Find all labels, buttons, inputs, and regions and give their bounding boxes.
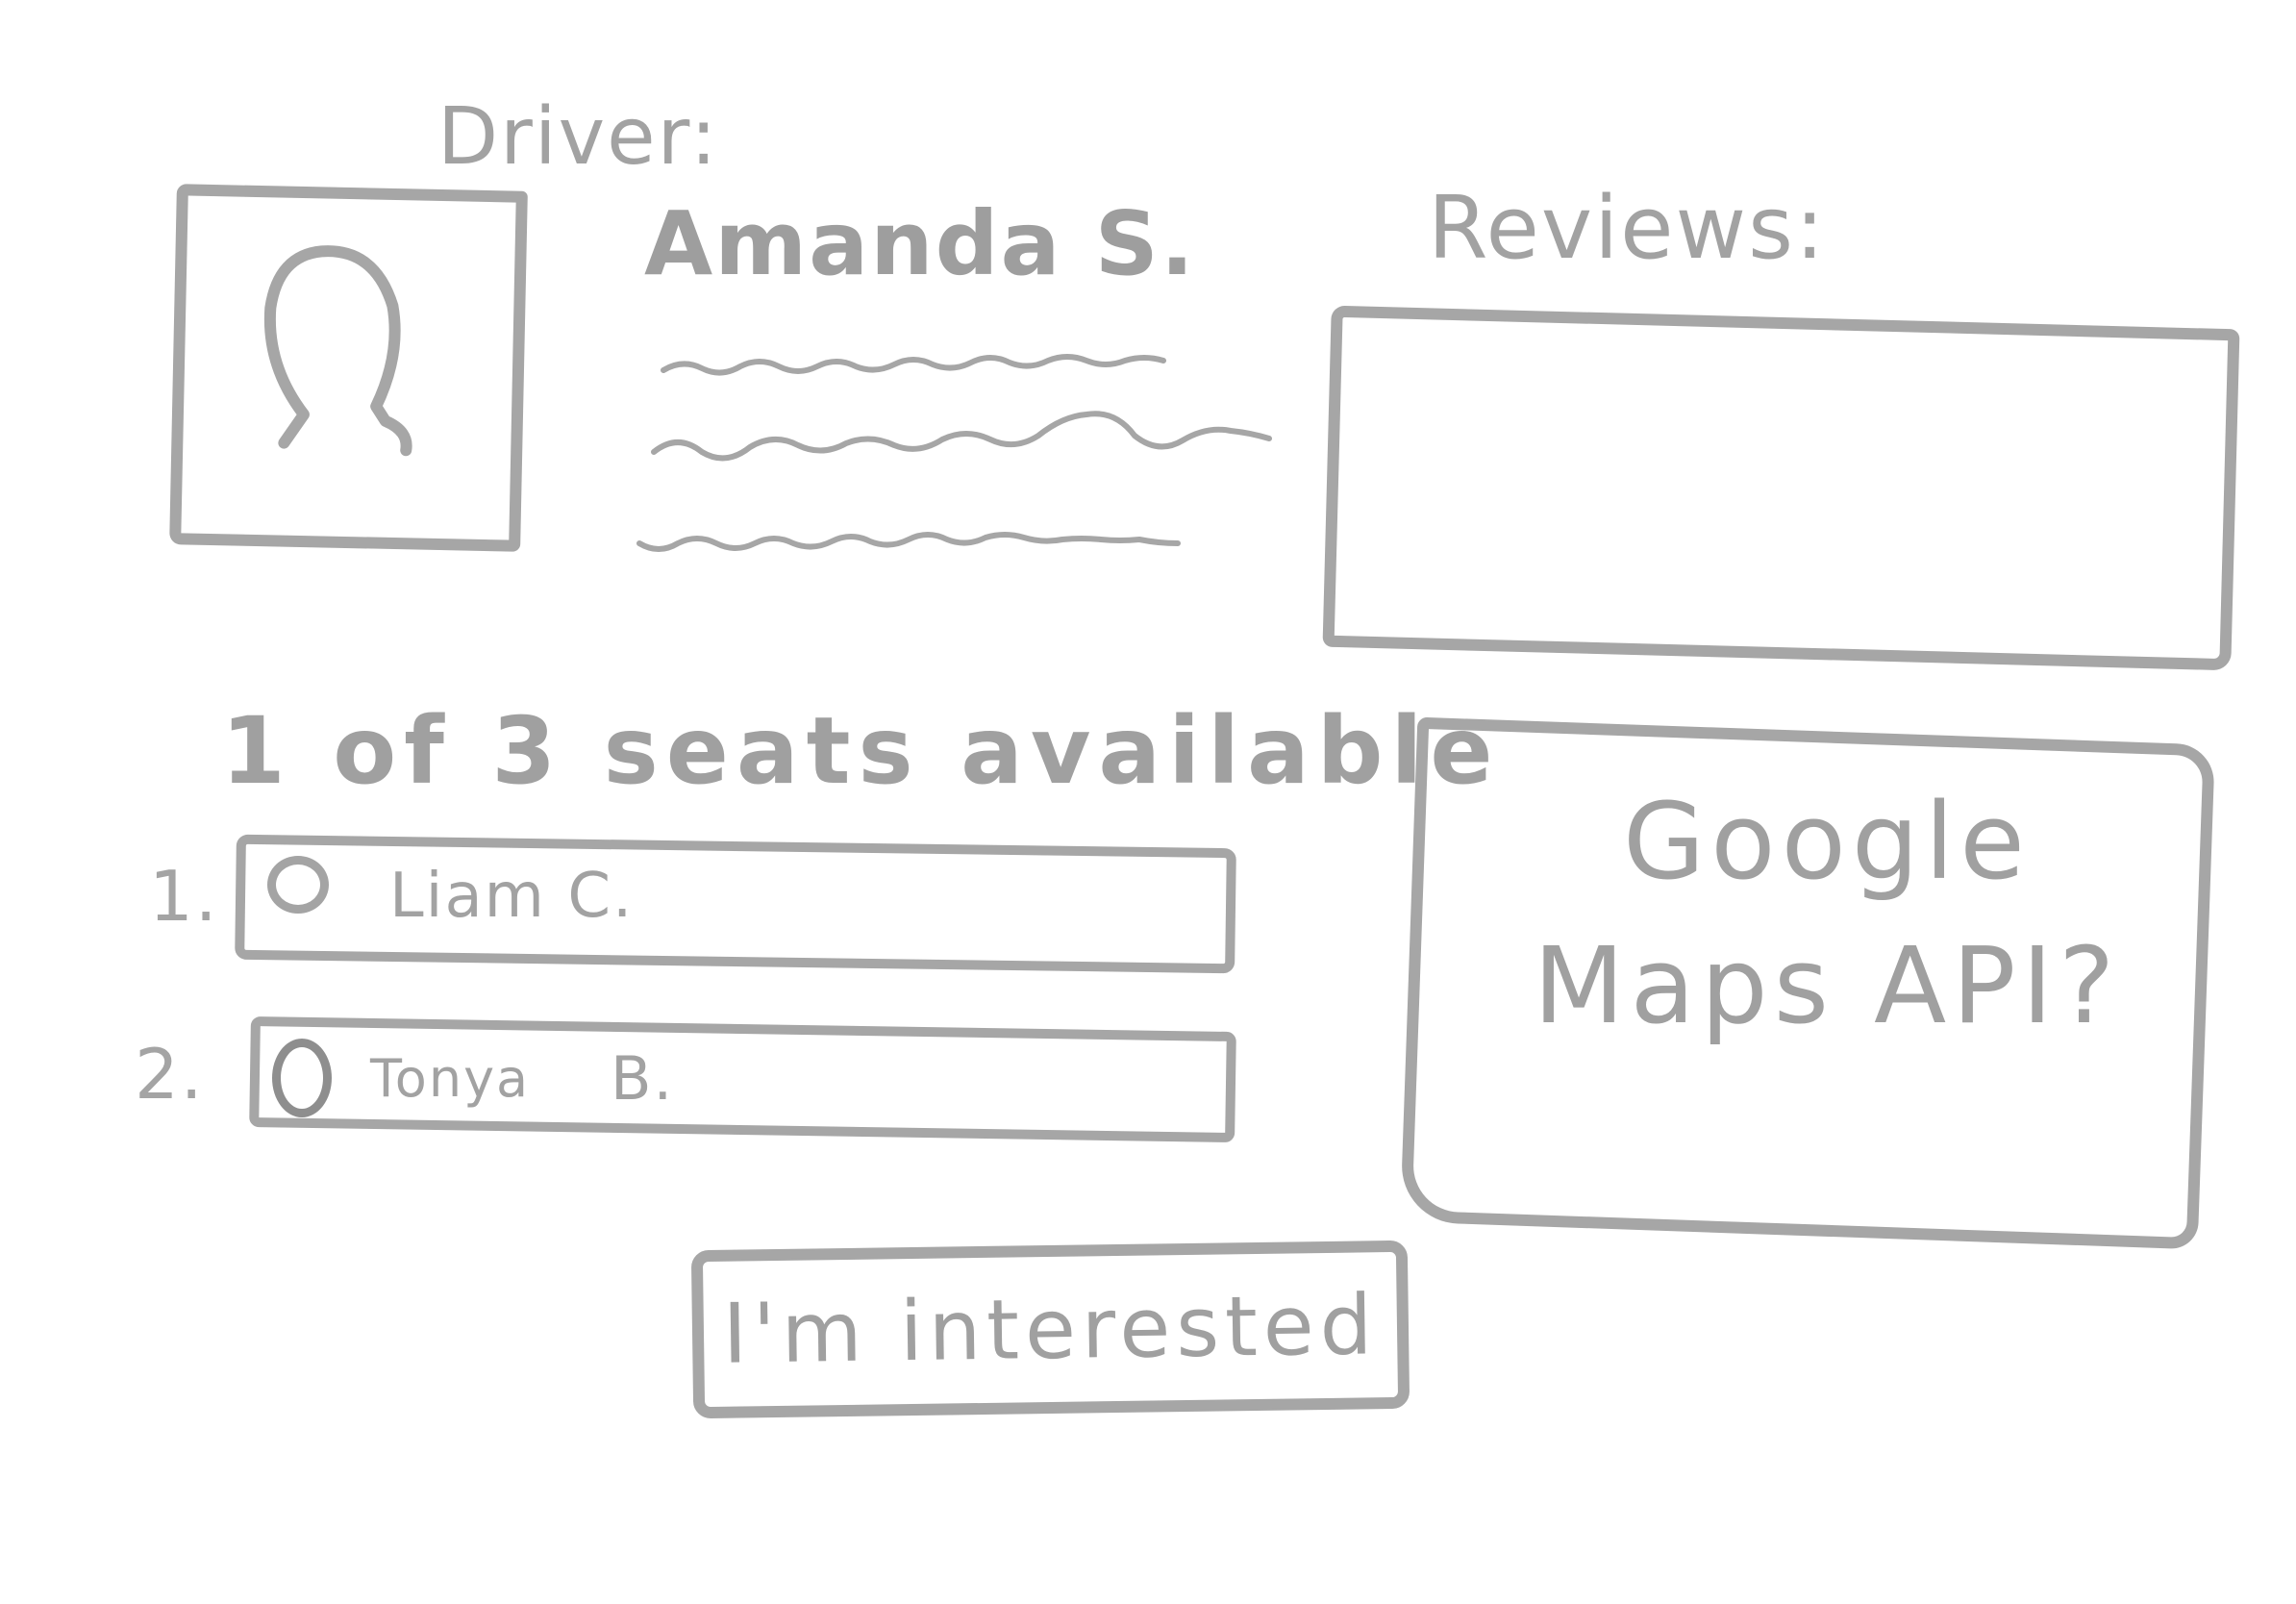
rider-name: Tonya (370, 1048, 531, 1109)
seat-number: 1. (149, 856, 219, 937)
map-placeholder-text: Google Maps API? (1481, 769, 2173, 1058)
seats-availability: 1 of 3 seats available (221, 697, 1501, 805)
map-line-1: Google (1623, 780, 2031, 903)
seat-radio-1[interactable] (267, 856, 329, 914)
reviews-label: Reviews: (1428, 178, 1827, 279)
seat-slot-1[interactable] (235, 834, 1236, 974)
seat-number: 2. (135, 1034, 205, 1115)
reviews-panel (1322, 305, 2240, 671)
map-line-2: Maps API? (1533, 924, 2121, 1047)
rider-name: Liam C. (389, 861, 635, 932)
seat-radio-2[interactable] (272, 1039, 332, 1117)
rider-initial: B. (611, 1043, 675, 1114)
interested-button-label: I'm interested (722, 1276, 1379, 1383)
interested-button[interactable]: I'm interested (690, 1240, 1410, 1419)
